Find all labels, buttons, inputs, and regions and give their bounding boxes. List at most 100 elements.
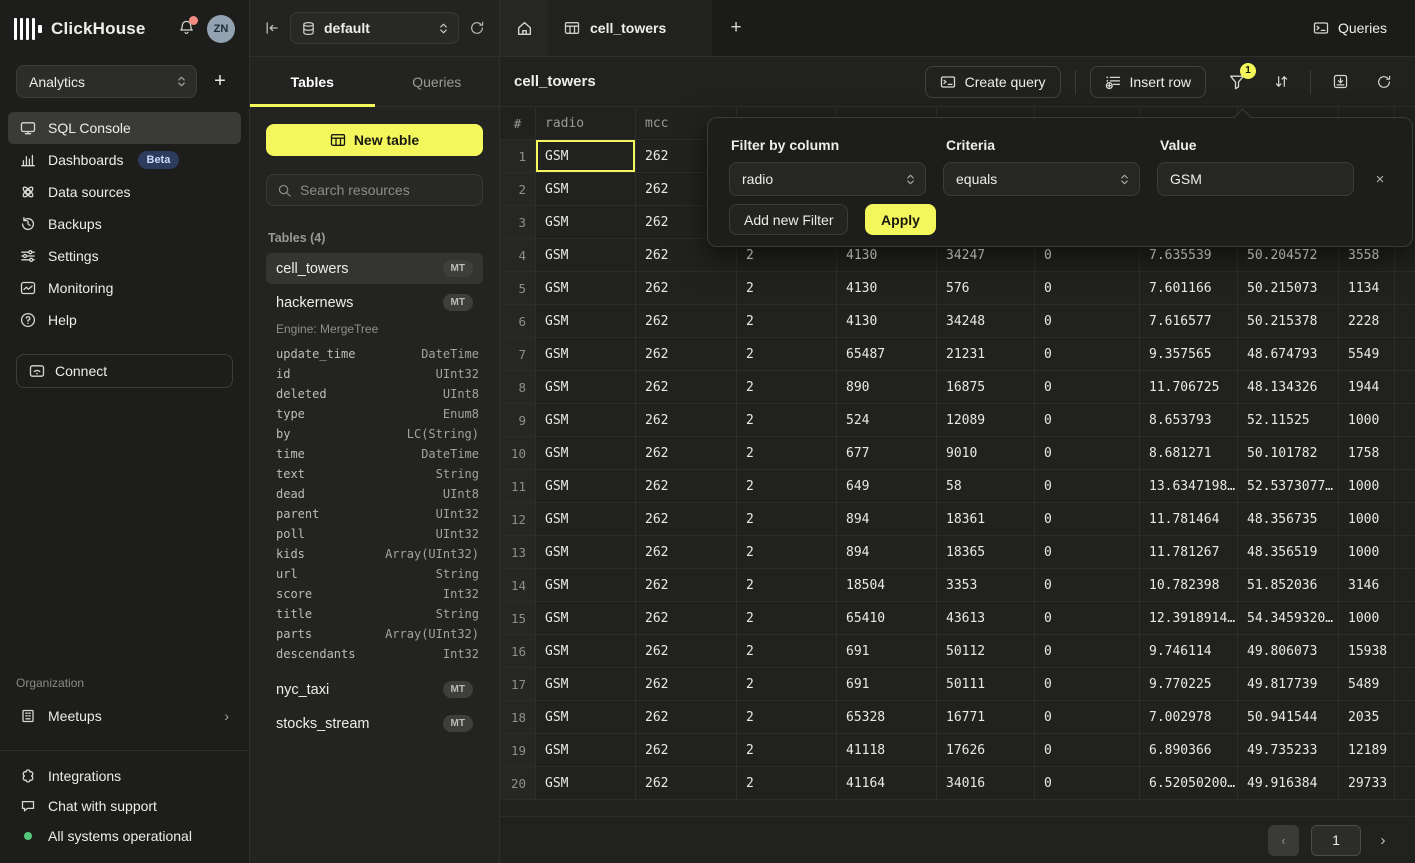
filter-value-input[interactable] <box>1170 171 1343 187</box>
data-cell[interactable]: 649 <box>837 470 937 503</box>
sidebar-item-backups[interactable]: Backups <box>8 208 241 240</box>
download-button[interactable] <box>1325 67 1355 97</box>
data-cell[interactable]: 677 <box>837 437 937 470</box>
table-list-item-stocks_stream[interactable]: stocks_streamMT <box>266 708 483 739</box>
queries-button[interactable]: Queries <box>1313 0 1387 56</box>
sidebar-item-chat-with-support[interactable]: Chat with support <box>8 791 241 821</box>
data-cell[interactable]: 52.5373077… <box>1238 470 1339 503</box>
data-cell[interactable]: 9010 <box>937 437 1035 470</box>
data-cell[interactable]: 0 <box>1035 404 1140 437</box>
data-cell[interactable]: GSM <box>536 371 636 404</box>
filter-criteria-select[interactable]: equals <box>943 162 1140 196</box>
data-cell[interactable]: 65328 <box>837 701 937 734</box>
sidebar-item-settings[interactable]: Settings <box>8 240 241 272</box>
data-cell[interactable]: 15938 <box>1339 635 1395 668</box>
data-cell[interactable]: 1000 <box>1339 602 1395 635</box>
data-cell[interactable]: 34016 <box>937 767 1035 800</box>
data-cell[interactable]: GSM <box>536 140 636 173</box>
data-cell[interactable]: GSM <box>536 635 636 668</box>
data-cell[interactable]: 43613 <box>937 602 1035 635</box>
explorer-tab-tables[interactable]: Tables <box>250 57 375 106</box>
collapse-panel-button[interactable] <box>264 20 280 36</box>
new-tab-button[interactable]: + <box>712 0 760 56</box>
sidebar-item-sql-console[interactable]: SQL Console <box>8 112 241 144</box>
refresh-tables-button[interactable] <box>469 20 485 36</box>
data-cell[interactable]: 12089 <box>937 404 1035 437</box>
data-cell[interactable]: 11.781267 <box>1140 536 1238 569</box>
data-cell[interactable]: 50.941544 <box>1238 701 1339 734</box>
data-cell[interactable]: 41118 <box>837 734 937 767</box>
filter-column-select[interactable]: radio <box>729 162 926 196</box>
data-cell[interactable]: 52.11525 <box>1238 404 1339 437</box>
workspace-select[interactable]: Analytics <box>16 65 197 98</box>
data-cell[interactable]: 16875 <box>937 371 1035 404</box>
new-table-button[interactable]: New table <box>266 124 483 156</box>
data-cell[interactable]: 50111 <box>937 668 1035 701</box>
data-cell[interactable]: 262 <box>636 470 737 503</box>
sidebar-item-integrations[interactable]: Integrations <box>8 761 241 791</box>
data-cell[interactable]: 49.916384 <box>1238 767 1339 800</box>
data-cell[interactable]: 6.52050200… <box>1140 767 1238 800</box>
data-cell[interactable]: GSM <box>536 503 636 536</box>
table-list-item-nyc_taxi[interactable]: nyc_taxiMT <box>266 674 483 705</box>
data-cell[interactable]: 0 <box>1035 371 1140 404</box>
pagination-page-button[interactable]: 1 <box>1311 825 1361 856</box>
filter-close-button[interactable]: × <box>1370 169 1390 189</box>
data-cell[interactable]: 65410 <box>837 602 937 635</box>
data-cell[interactable]: 54.3459320… <box>1238 602 1339 635</box>
create-query-button[interactable]: Create query <box>925 66 1061 98</box>
data-cell[interactable]: 2 <box>737 536 837 569</box>
data-cell[interactable]: 12.3918914… <box>1140 602 1238 635</box>
apply-filter-button[interactable]: Apply <box>865 204 936 235</box>
data-cell[interactable]: GSM <box>536 272 636 305</box>
data-cell[interactable]: 49.735233 <box>1238 734 1339 767</box>
data-cell[interactable]: 262 <box>636 503 737 536</box>
data-cell[interactable]: 2 <box>737 569 837 602</box>
data-cell[interactable]: 262 <box>636 437 737 470</box>
data-cell[interactable]: 1758 <box>1339 437 1395 470</box>
data-cell[interactable]: 50.215073 <box>1238 272 1339 305</box>
sidebar-item-help[interactable]: Help <box>8 304 241 336</box>
data-cell[interactable]: 18361 <box>937 503 1035 536</box>
data-cell[interactable]: GSM <box>536 536 636 569</box>
data-cell[interactable]: 0 <box>1035 668 1140 701</box>
data-cell[interactable]: GSM <box>536 404 636 437</box>
data-cell[interactable]: 1134 <box>1339 272 1395 305</box>
data-cell[interactable]: 0 <box>1035 536 1140 569</box>
data-cell[interactable]: 49.806073 <box>1238 635 1339 668</box>
data-cell[interactable]: 1944 <box>1339 371 1395 404</box>
data-cell[interactable]: 13.6347198… <box>1140 470 1238 503</box>
connect-button[interactable]: Connect <box>16 354 233 388</box>
pagination-prev-button[interactable]: ‹ <box>1268 825 1299 856</box>
data-cell[interactable]: 2 <box>737 470 837 503</box>
data-cell[interactable]: 7.601166 <box>1140 272 1238 305</box>
data-cell[interactable]: 65487 <box>837 338 937 371</box>
data-cell[interactable]: 0 <box>1035 305 1140 338</box>
sidebar-item-all-systems-operational[interactable]: All systems operational <box>8 821 241 851</box>
avatar[interactable]: ZN <box>207 15 235 43</box>
insert-row-button[interactable]: Insert row <box>1090 66 1206 98</box>
data-cell[interactable]: 3353 <box>937 569 1035 602</box>
data-cell[interactable]: 9.357565 <box>1140 338 1238 371</box>
data-cell[interactable]: GSM <box>536 668 636 701</box>
data-cell[interactable]: 0 <box>1035 470 1140 503</box>
data-cell[interactable]: 2 <box>737 734 837 767</box>
data-cell[interactable]: 691 <box>837 668 937 701</box>
data-cell[interactable]: 29733 <box>1339 767 1395 800</box>
data-cell[interactable]: 890 <box>837 371 937 404</box>
table-list-item-cell_towers[interactable]: cell_towersMT <box>266 253 483 284</box>
data-cell[interactable]: 2 <box>737 767 837 800</box>
data-cell[interactable]: 50.101782 <box>1238 437 1339 470</box>
data-cell[interactable]: 2 <box>737 437 837 470</box>
data-cell[interactable]: 9.746114 <box>1140 635 1238 668</box>
data-cell[interactable]: 34248 <box>937 305 1035 338</box>
data-cell[interactable]: 12189 <box>1339 734 1395 767</box>
data-cell[interactable]: 16771 <box>937 701 1035 734</box>
data-cell[interactable]: 0 <box>1035 272 1140 305</box>
data-cell[interactable]: GSM <box>536 569 636 602</box>
data-cell[interactable]: 262 <box>636 371 737 404</box>
data-cell[interactable]: GSM <box>536 602 636 635</box>
data-cell[interactable]: 894 <box>837 503 937 536</box>
data-cell[interactable]: 2 <box>737 701 837 734</box>
data-cell[interactable]: 51.852036 <box>1238 569 1339 602</box>
